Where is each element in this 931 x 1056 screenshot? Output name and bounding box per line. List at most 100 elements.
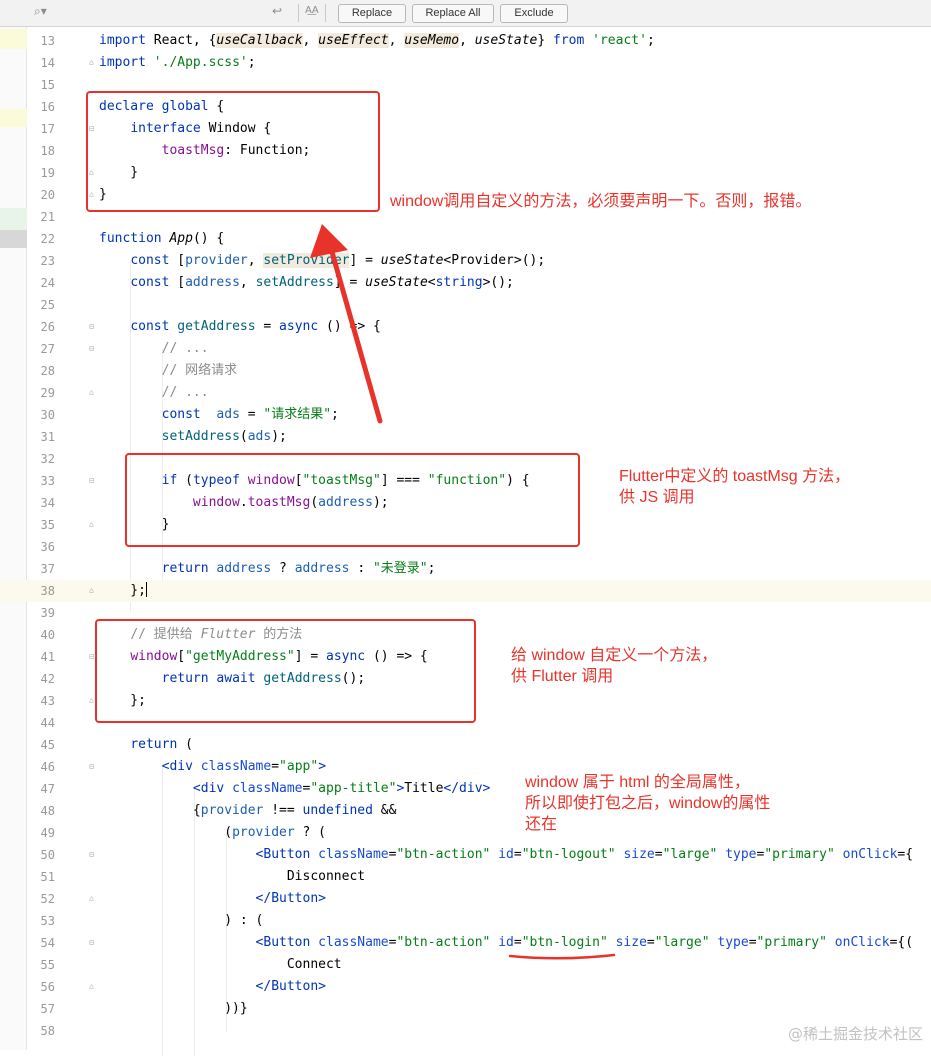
- line-number: 57: [40, 1002, 55, 1016]
- code-line: 23 const [provider, setProvider] = useSt…: [0, 250, 931, 272]
- fold-icon[interactable]: ⌂: [88, 388, 95, 397]
- line-number: 14: [40, 56, 55, 70]
- line-number: 44: [40, 716, 55, 730]
- fold-icon[interactable]: ⊟: [88, 476, 95, 485]
- line-number: 21: [40, 210, 55, 224]
- line-number: 15: [40, 78, 55, 92]
- line-number: 35: [40, 518, 55, 532]
- exclude-button[interactable]: Exclude: [500, 4, 568, 23]
- fold-icon[interactable]: ⌂: [88, 894, 95, 903]
- text-caret: [145, 582, 147, 597]
- code-line: 37 return address ? address : "未登录";: [0, 558, 931, 580]
- code-text: };: [99, 582, 147, 598]
- line-number: 18: [40, 144, 55, 158]
- code-line: 54 ⊟ <Button className="btn-action" id="…: [0, 932, 931, 954]
- code-text: // ...: [161, 385, 209, 400]
- fold-icon[interactable]: ⊟: [88, 938, 95, 947]
- annotation-global-note: window 属于 html 的全局属性， 所以即使打包之后，window的属性…: [525, 774, 771, 833]
- find-replace-toolbar: ⌕▾ ↩ A͟A Replace Replace All Exclude: [0, 0, 931, 27]
- code-line: 26 ⊟ const getAddress = async () => {: [0, 316, 931, 338]
- match-case-icon[interactable]: A͟A: [305, 5, 319, 16]
- line-number: 43: [40, 694, 55, 708]
- line-number: 47: [40, 782, 55, 796]
- annotation-flutter-note: Flutter中定义的 toastMsg 方法， 供 JS 调用: [619, 468, 851, 506]
- line-number: 22: [40, 232, 55, 246]
- code-line: 27 ⊟ // ...: [0, 338, 931, 360]
- code-line: 30 const ads = "请求结果";: [0, 404, 931, 426]
- code-line: 46 ⊟ <div className="app">: [0, 756, 931, 778]
- fold-icon[interactable]: ⊟: [88, 344, 95, 353]
- line-number: 24: [40, 276, 55, 290]
- annotation-declare-note: window调用自定义的方法，必须要声明一下。否则，报错。: [390, 193, 812, 210]
- code-text: <div className="app">: [161, 759, 327, 774]
- line-number: 58: [40, 1024, 55, 1038]
- fold-icon[interactable]: ⌂: [88, 520, 95, 529]
- line-number: 37: [40, 562, 55, 576]
- line-number: 17: [40, 122, 55, 136]
- line-number: 45: [40, 738, 55, 752]
- code-text: </Button>: [255, 979, 326, 994]
- code-line: 24 const [address, setAddress] = useStat…: [0, 272, 931, 294]
- fold-icon[interactable]: ⌂: [88, 696, 95, 705]
- line-number: 56: [40, 980, 55, 994]
- toolbar-divider: [298, 4, 299, 22]
- code-line: 28 // 网络请求: [0, 360, 931, 382]
- code-text: import './App.scss';: [99, 55, 256, 70]
- code-text: setAddress(ads);: [161, 429, 287, 444]
- search-input[interactable]: ⌕▾ ↩: [28, 2, 296, 24]
- code-line: 13 import React, {useCallback, useEffect…: [0, 30, 931, 52]
- line-number: 55: [40, 958, 55, 972]
- code-line: 57 ))}: [0, 998, 931, 1020]
- watermark: @稀土掘金技术社区: [787, 1025, 923, 1043]
- line-number: 39: [40, 606, 55, 620]
- replace-button[interactable]: Replace: [338, 4, 406, 23]
- fold-icon[interactable]: ⊟: [88, 762, 95, 771]
- fold-icon[interactable]: ⊟: [88, 322, 95, 331]
- code-text: ))}: [99, 1001, 248, 1016]
- line-number: 13: [40, 34, 55, 48]
- code-text: <Button className="btn-action" id="btn-l…: [255, 847, 914, 862]
- line-number: 16: [40, 100, 55, 114]
- code-text: return (: [130, 737, 193, 752]
- code-text: const getAddress = async () => {: [130, 319, 381, 334]
- code-line: 47 <div className="app-title">Title</div…: [0, 778, 931, 800]
- code-text: Disconnect: [99, 869, 366, 884]
- code-line: 31 setAddress(ads);: [0, 426, 931, 448]
- line-number: 40: [40, 628, 55, 642]
- fold-icon[interactable]: ⌂: [88, 982, 95, 991]
- code-line: 51 Disconnect: [0, 866, 931, 888]
- line-number: 19: [40, 166, 55, 180]
- line-number: 20: [40, 188, 55, 202]
- code-line: 25: [0, 294, 931, 316]
- line-number: 23: [40, 254, 55, 268]
- fold-icon[interactable]: ⌂: [88, 586, 95, 595]
- line-number: 42: [40, 672, 55, 686]
- code-line: 45 return (: [0, 734, 931, 756]
- line-number: 31: [40, 430, 55, 444]
- line-number: 41: [40, 650, 55, 664]
- replace-all-button[interactable]: Replace All: [412, 4, 494, 23]
- code-text: const ads = "请求结果";: [161, 407, 339, 422]
- code-text: <Button className="btn-action" id="btn-l…: [255, 935, 914, 950]
- code-text: {provider !== undefined &&: [99, 803, 397, 818]
- fold-icon[interactable]: ⌂: [88, 58, 95, 67]
- code-text: </Button>: [255, 891, 326, 906]
- code-line: 56 ⌂ </Button>: [0, 976, 931, 998]
- code-text: <div className="app-title">Title</div>: [192, 781, 491, 796]
- code-line: 50 ⊟ <Button className="btn-action" id="…: [0, 844, 931, 866]
- return-arrow-icon[interactable]: ↩: [272, 4, 282, 18]
- code-text: // ...: [161, 341, 209, 356]
- search-icon[interactable]: ⌕▾: [34, 4, 47, 19]
- code-line: 55 Connect: [0, 954, 931, 976]
- line-number: 25: [40, 298, 55, 312]
- fold-icon[interactable]: ⊟: [88, 850, 95, 859]
- code-text: const [address, setAddress] = useState<s…: [130, 275, 514, 290]
- line-number: 26: [40, 320, 55, 334]
- code-text: Connect: [99, 957, 342, 972]
- line-number: 49: [40, 826, 55, 840]
- fold-icon[interactable]: ⊟: [88, 652, 95, 661]
- line-number: 46: [40, 760, 55, 774]
- annotation-window-note: 给 window 自定义一个方法， 供 Flutter 调用: [511, 647, 718, 685]
- annotation-box-getmyaddress: [95, 619, 476, 723]
- line-number: 33: [40, 474, 55, 488]
